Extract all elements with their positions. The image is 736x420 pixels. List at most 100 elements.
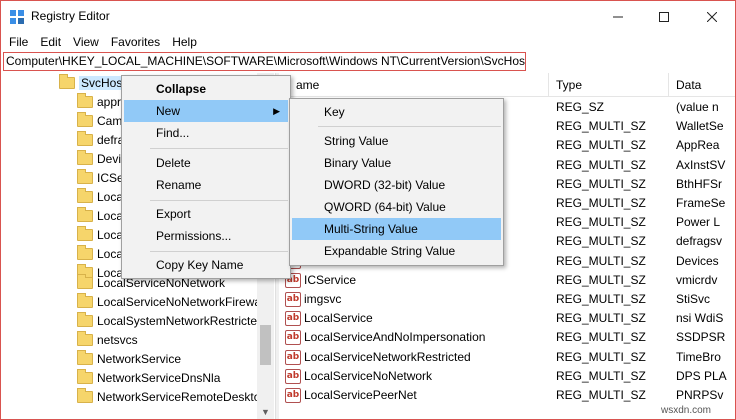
value-type: REG_MULTI_SZ bbox=[556, 138, 646, 153]
menu-edit[interactable]: Edit bbox=[34, 32, 67, 52]
folder-icon bbox=[77, 225, 93, 241]
tree-item[interactable]: netsvcs bbox=[77, 330, 138, 349]
table-row[interactable]: ab LocalService REG_MULTI_SZ nsi WdiS bbox=[280, 309, 735, 328]
string-value-icon: ab bbox=[285, 388, 301, 403]
menu-item-new[interactable]: New ▶ bbox=[124, 100, 288, 122]
tree-item-label: NetworkService bbox=[97, 351, 182, 366]
menu-favorites[interactable]: Favorites bbox=[105, 32, 166, 52]
table-row[interactable]: ab LocalServiceNoNetwork REG_MULTI_SZ DPS P… bbox=[280, 367, 735, 386]
value-data: nsi WdiS bbox=[676, 311, 724, 326]
value-data: StiSvc bbox=[676, 292, 711, 306]
address-bar[interactable]: Computer\HKEY_LOCAL_MACHINE\SOFTWARE\Mic… bbox=[3, 52, 526, 71]
menu-item-copy-key-name[interactable]: Copy Key Name bbox=[124, 254, 288, 276]
value-name: LocalServicePeerNet bbox=[304, 388, 417, 402]
column-header-data[interactable]: Data bbox=[676, 78, 701, 92]
value-name: LocalServiceAndNoImpersonation bbox=[304, 330, 486, 345]
menu-item-export[interactable]: Export bbox=[124, 203, 288, 225]
table-row[interactable]: ab LocalServiceNetworkRestricted REG_MULTI… bbox=[280, 348, 735, 367]
folder-icon bbox=[77, 187, 93, 203]
menu-item-collapse[interactable]: Collapse bbox=[124, 78, 288, 100]
minimize-button[interactable] bbox=[595, 1, 641, 32]
tree-item[interactable]: NetworkServiceDnsNla bbox=[77, 368, 220, 387]
tree-item-label: LocalSystemNetworkRestricted bbox=[97, 313, 264, 328]
submenu-item-qword-value[interactable]: QWORD (64-bit) Value bbox=[292, 196, 501, 218]
menu-separator bbox=[150, 251, 288, 252]
string-value-icon: ab bbox=[285, 368, 301, 384]
submenu-item-dword-value[interactable]: DWORD (32-bit) Value bbox=[292, 174, 501, 196]
list-header: ame Type Data bbox=[280, 73, 735, 97]
submenu-item-key[interactable]: Key bbox=[292, 101, 501, 123]
folder-icon bbox=[77, 330, 93, 346]
tree-item-label: Cam bbox=[97, 113, 123, 128]
watermark: wsxdn.com bbox=[661, 405, 712, 416]
table-row[interactable]: ab LocalServicePeerNet REG_MULTI_SZ PNRPSv bbox=[280, 386, 735, 405]
folder-icon bbox=[77, 92, 93, 108]
table-row[interactable]: ab imgsvc REG_MULTI_SZ StiSvc bbox=[280, 290, 735, 309]
menu-separator bbox=[150, 148, 288, 149]
tree-item-label: netsvcs bbox=[97, 332, 138, 347]
minimize-icon bbox=[613, 16, 623, 17]
menu-item-find[interactable]: Find... bbox=[124, 122, 288, 144]
menu-item-delete[interactable]: Delete bbox=[124, 152, 288, 174]
tree-item[interactable]: LocalSystemNetworkRestricted bbox=[77, 311, 264, 330]
value-type: REG_MULTI_SZ bbox=[556, 215, 646, 230]
folder-icon bbox=[77, 168, 93, 184]
tree-item[interactable]: Devi bbox=[77, 149, 121, 168]
value-data: vmicrdv bbox=[676, 272, 718, 287]
value-name: imgsvc bbox=[304, 292, 342, 306]
folder-icon bbox=[77, 130, 93, 146]
menu-item-rename[interactable]: Rename bbox=[124, 174, 288, 196]
tree-item[interactable]: Local bbox=[77, 187, 126, 206]
value-type: REG_MULTI_SZ bbox=[556, 176, 646, 191]
value-data: Devices bbox=[676, 253, 719, 268]
column-divider[interactable] bbox=[668, 73, 669, 97]
folder-icon bbox=[59, 73, 75, 89]
value-type: REG_MULTI_SZ bbox=[556, 119, 646, 134]
menu-item-permissions[interactable]: Permissions... bbox=[124, 225, 288, 247]
tree-item[interactable]: Local bbox=[77, 225, 126, 244]
value-data: AppRea bbox=[676, 138, 720, 153]
scroll-down-arrow-icon[interactable]: ▼ bbox=[257, 404, 274, 419]
registry-editor-window: Registry Editor File Edit View Favorites… bbox=[0, 0, 736, 420]
tree-item[interactable]: appr bbox=[77, 92, 121, 111]
tree-item[interactable]: NetworkServiceRemoteDeskto bbox=[77, 387, 260, 406]
value-type: REG_MULTI_SZ bbox=[556, 272, 646, 287]
value-data: defragsv bbox=[676, 234, 723, 249]
tree-item[interactable]: Local bbox=[77, 206, 126, 225]
value-type: REG_MULTI_SZ bbox=[556, 292, 646, 306]
value-data: (value n bbox=[676, 100, 719, 114]
context-menu: Collapse New ▶ Find... Delete Rename Exp… bbox=[121, 75, 291, 279]
table-row[interactable]: ab ICService REG_MULTI_SZ vmicrdv bbox=[280, 271, 735, 290]
close-icon bbox=[707, 11, 717, 22]
new-submenu: Key String Value Binary Value DWORD (32-… bbox=[289, 98, 504, 266]
value-data: FrameSe bbox=[676, 196, 726, 210]
tree-item[interactable]: NetworkService bbox=[77, 349, 181, 368]
tree-item[interactable]: defra bbox=[77, 130, 124, 149]
folder-icon bbox=[77, 149, 93, 165]
menu-file[interactable]: File bbox=[3, 32, 34, 52]
column-divider[interactable] bbox=[548, 73, 549, 97]
tree-item-svchost[interactable]: SvcHost bbox=[59, 73, 128, 92]
menu-separator bbox=[318, 126, 501, 127]
value-data: TimeBro bbox=[676, 349, 721, 364]
submenu-item-binary-value[interactable]: Binary Value bbox=[292, 152, 501, 174]
menu-view[interactable]: View bbox=[67, 32, 105, 52]
tree-item[interactable]: Cam bbox=[77, 111, 122, 130]
submenu-item-string-value[interactable]: String Value bbox=[292, 130, 501, 152]
column-header-name[interactable]: ame bbox=[296, 78, 319, 92]
tree-item[interactable]: Local bbox=[77, 244, 126, 263]
tree-item[interactable]: LocalServiceNoNetworkFirewa bbox=[77, 292, 261, 311]
menu-item-label: New bbox=[156, 104, 181, 118]
maximize-button[interactable] bbox=[641, 1, 687, 32]
tree-item[interactable]: ICSe bbox=[77, 168, 124, 187]
table-row[interactable]: ab LocalServiceAndNoImpersonation REG_MULT… bbox=[280, 328, 735, 347]
submenu-item-multi-string-value[interactable]: Multi-String Value bbox=[292, 218, 501, 240]
value-type: REG_MULTI_SZ bbox=[556, 368, 646, 383]
close-button[interactable] bbox=[689, 1, 735, 32]
menu-help[interactable]: Help bbox=[166, 32, 203, 52]
scrollbar-thumb[interactable] bbox=[260, 325, 271, 365]
submenu-item-expandable-string-value[interactable]: Expandable String Value bbox=[292, 240, 501, 262]
column-header-type[interactable]: Type bbox=[556, 78, 582, 92]
tree-item-label: Devi bbox=[97, 151, 122, 166]
maximize-icon bbox=[659, 11, 669, 22]
